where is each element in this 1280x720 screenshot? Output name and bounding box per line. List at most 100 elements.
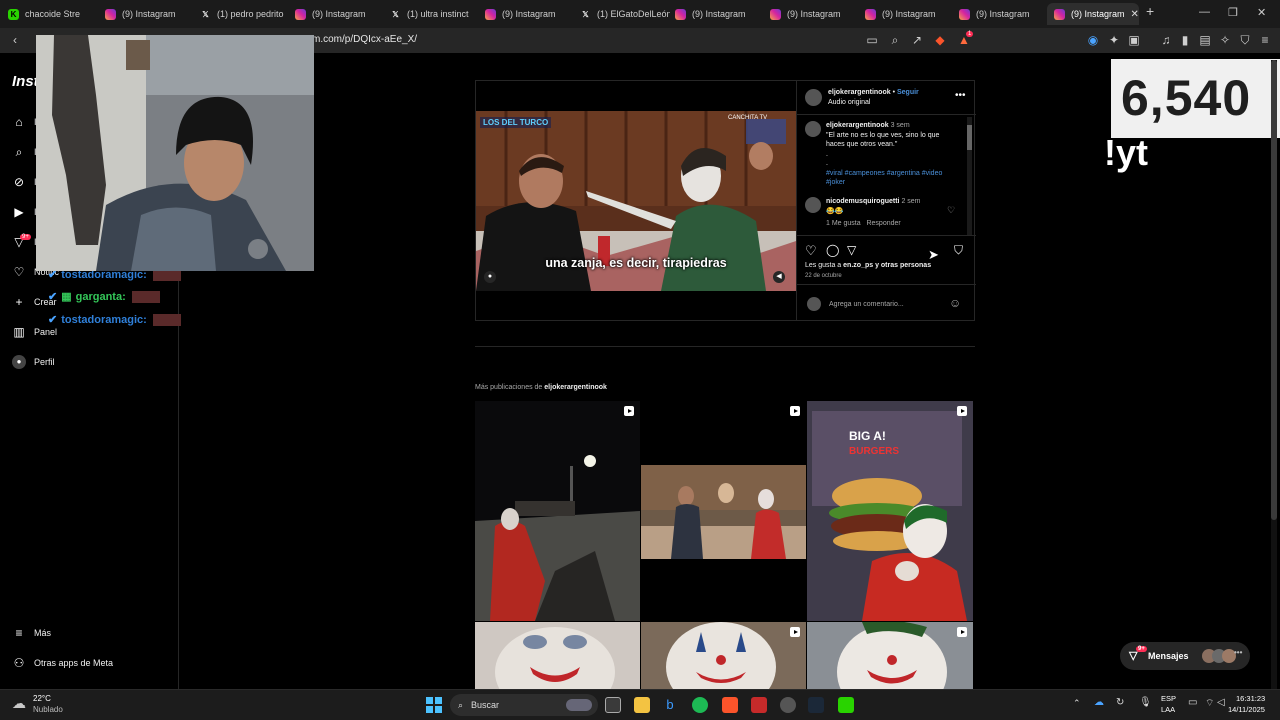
comment-likes[interactable]: 1 Me gusta bbox=[826, 220, 861, 227]
volume-icon[interactable]: ◁ bbox=[1217, 697, 1225, 708]
comment-author[interactable]: nicodemusquiroguetti bbox=[826, 198, 900, 205]
tab-11-active[interactable]: (9) Instagram ✕ bbox=[1047, 3, 1139, 25]
mic-icon[interactable]: 🎙 bbox=[1139, 697, 1152, 708]
tab-9[interactable]: (9) Instagram bbox=[865, 3, 955, 25]
brave-icon[interactable] bbox=[722, 697, 738, 713]
new-tab-icon[interactable]: + bbox=[1146, 3, 1154, 19]
menu-icon[interactable]: ≡ bbox=[1257, 32, 1273, 48]
comments-scrollbar[interactable] bbox=[967, 117, 972, 235]
tab-1[interactable]: (9) Instagram bbox=[105, 3, 195, 25]
cloud-icon[interactable]: ☁ bbox=[1094, 697, 1104, 708]
weather-icon[interactable]: ☁ bbox=[12, 695, 30, 711]
nav-home[interactable]: ⌂I bbox=[12, 112, 36, 132]
nav-profile[interactable]: ● Perfil bbox=[12, 352, 55, 372]
grid-post-2[interactable] bbox=[641, 401, 806, 621]
audio-label[interactable]: Audio original bbox=[828, 99, 870, 106]
caption-hashtags[interactable]: #viral #campeones #argentina #video #jok… bbox=[826, 170, 942, 187]
more-options-icon[interactable]: ••• bbox=[955, 90, 966, 101]
tab-8[interactable]: (9) Instagram bbox=[770, 3, 860, 25]
weather-desc[interactable]: Nublado bbox=[33, 705, 63, 714]
cast-icon[interactable]: ▭ bbox=[864, 32, 880, 48]
caption-author[interactable]: eljokerargentinook bbox=[826, 122, 889, 129]
url-field[interactable]: m.com/p/DQIcx-aEe_X/ bbox=[312, 34, 417, 45]
grid-post-1[interactable] bbox=[475, 401, 640, 621]
avatar[interactable] bbox=[805, 89, 822, 106]
avatar[interactable] bbox=[805, 121, 821, 137]
grid-post-5[interactable] bbox=[641, 622, 806, 689]
restore-icon[interactable]: ❐ bbox=[1228, 6, 1238, 19]
taskbar-search[interactable]: ⌕ Buscar bbox=[450, 694, 598, 716]
post-video[interactable]: LOS DEL TURCO CANCHITA TV una zanja, es … bbox=[476, 111, 796, 291]
scrollbar-thumb[interactable] bbox=[1271, 60, 1277, 520]
screenshot-icon[interactable]: ▣ bbox=[1126, 32, 1142, 48]
avatar[interactable] bbox=[805, 197, 821, 213]
post-author[interactable]: eljokerargentinook bbox=[828, 89, 891, 96]
app-icon[interactable] bbox=[751, 697, 767, 713]
brave-shield-icon[interactable]: ◆ bbox=[932, 32, 948, 48]
tab-2[interactable]: 𝕏 (1) pedro pedrito bbox=[200, 3, 290, 25]
nav-reels[interactable]: ▶I bbox=[12, 202, 36, 222]
grid-post-6[interactable] bbox=[807, 622, 973, 689]
more-posts-user[interactable]: eljokerargentinook bbox=[544, 384, 607, 391]
emoji-icon[interactable]: ☺ bbox=[949, 296, 961, 310]
like-icon[interactable]: ♡ bbox=[805, 243, 817, 259]
back-icon[interactable]: ‹ bbox=[7, 32, 23, 48]
nav-explore[interactable]: ⊘I bbox=[12, 172, 37, 192]
tab-3[interactable]: (9) Instagram bbox=[295, 3, 385, 25]
comment-input[interactable]: Agrega un comentario... bbox=[829, 301, 904, 308]
mute-icon[interactable]: ◀ bbox=[773, 271, 785, 283]
clock-time[interactable]: 16:31:23 bbox=[1236, 694, 1265, 703]
language-top[interactable]: ESP bbox=[1161, 694, 1176, 703]
grid-post-4[interactable] bbox=[475, 622, 640, 689]
steam-icon[interactable] bbox=[808, 697, 824, 713]
minimize-icon[interactable]: — bbox=[1199, 6, 1210, 18]
tab-0[interactable]: Kchacoide Stre bbox=[8, 3, 100, 25]
likes-suffix[interactable]: y otras personas bbox=[875, 262, 931, 269]
task-view-icon[interactable] bbox=[605, 697, 621, 713]
caption-time: 3 sem bbox=[890, 122, 910, 129]
extensions-icon[interactable]: ✦ bbox=[1106, 32, 1122, 48]
language-bottom[interactable]: LAA bbox=[1161, 705, 1175, 714]
follow-button[interactable]: Seguir bbox=[897, 89, 919, 96]
comment-icon[interactable]: ◯ bbox=[826, 243, 839, 257]
kick-icon[interactable] bbox=[838, 697, 854, 713]
share-icon[interactable]: ▽ bbox=[847, 243, 856, 257]
reply-button[interactable]: Responder bbox=[866, 220, 900, 227]
tagged-users-icon[interactable]: ● bbox=[484, 271, 496, 283]
vpn-icon[interactable]: ⛉ bbox=[1237, 32, 1253, 48]
nav-meta-apps[interactable]: ⚇ Otras apps de Meta bbox=[12, 653, 113, 673]
tray-chevron-icon[interactable]: ⌃ bbox=[1073, 698, 1081, 709]
tab-7[interactable]: (9) Instagram bbox=[675, 3, 765, 25]
monitor-icon[interactable]: ▭ bbox=[1188, 697, 1197, 708]
nav-search[interactable]: ⌕I bbox=[12, 142, 37, 162]
wifi-icon[interactable]: ⌔ bbox=[1205, 697, 1214, 710]
spotify-icon[interactable] bbox=[692, 697, 708, 713]
tab-4[interactable]: 𝕏 (1) ultra instinct bbox=[390, 3, 480, 25]
zoom-icon[interactable]: ⌕ bbox=[887, 32, 903, 48]
tab-6[interactable]: 𝕏 (1) ElGatoDelLeón bbox=[580, 3, 670, 25]
sidebar-toggle-icon[interactable]: ▮ bbox=[1177, 32, 1193, 48]
page-scrollbar[interactable] bbox=[1271, 60, 1277, 689]
start-icon[interactable] bbox=[426, 697, 442, 713]
tab-5[interactable]: (9) Instagram bbox=[485, 3, 575, 25]
likes-user[interactable]: en.zo_ps bbox=[843, 262, 873, 269]
weather-temp[interactable]: 22°C bbox=[33, 694, 51, 703]
messages-pill[interactable]: ▽ 9+ Mensajes ••• bbox=[1120, 642, 1250, 670]
close-tab-icon[interactable]: ✕ bbox=[1125, 9, 1139, 20]
bing-icon[interactable]: b bbox=[662, 697, 678, 713]
nav-more[interactable]: ≡ Más bbox=[12, 623, 51, 643]
share-icon[interactable]: ↗ bbox=[909, 32, 925, 48]
tab-10[interactable]: (9) Instagram bbox=[959, 3, 1045, 25]
save-icon[interactable]: ⛉ bbox=[954, 243, 963, 258]
grid-post-3[interactable]: BIG A! BURGERS bbox=[807, 401, 973, 621]
leo-ai-icon[interactable]: ✧ bbox=[1217, 32, 1233, 48]
audio-icon[interactable]: ◉ bbox=[1085, 32, 1101, 48]
steam-like-icon[interactable] bbox=[780, 697, 796, 713]
clock-date[interactable]: 14/11/2025 bbox=[1228, 705, 1265, 714]
file-explorer-icon[interactable] bbox=[634, 697, 650, 713]
media-icon[interactable]: ♫ bbox=[1158, 32, 1174, 48]
close-window-icon[interactable]: ✕ bbox=[1257, 6, 1266, 19]
comment-like-icon[interactable]: ♡ bbox=[947, 205, 955, 216]
sync-icon[interactable]: ↻ bbox=[1116, 697, 1124, 708]
wallet-icon[interactable]: ▤ bbox=[1197, 32, 1213, 48]
